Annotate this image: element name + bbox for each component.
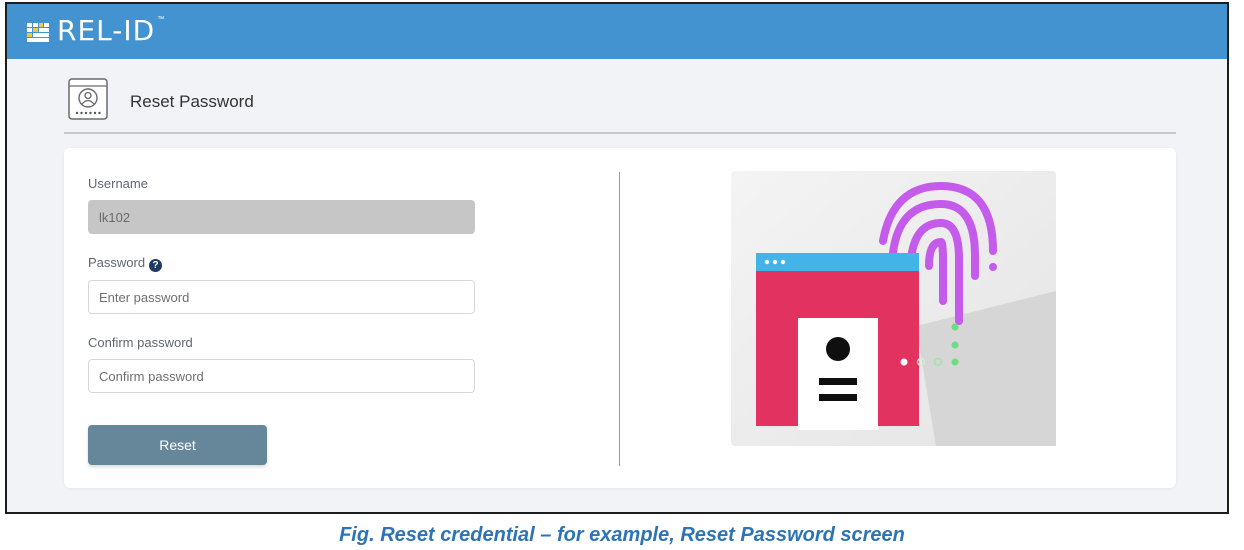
password-field[interactable] — [88, 280, 475, 314]
top-navbar: REL-ID ™ — [7, 4, 1227, 59]
logo-trademark: ™ — [157, 16, 165, 23]
password-label: Password? — [88, 255, 163, 272]
password-label-text: Password — [88, 255, 146, 270]
logo-mark-icon — [27, 23, 49, 42]
page-title: Reset Password — [130, 92, 254, 111]
logo-text: REL-ID — [57, 14, 156, 47]
fingerprint-browser-illustration — [731, 171, 1056, 446]
reset-password-card: Username Password? Confirm password Rese… — [64, 148, 1176, 488]
question-circle-icon[interactable]: ? — [149, 259, 163, 272]
confirm-password-field[interactable] — [88, 359, 475, 393]
figure-caption: Fig. Reset credential – for example, Res… — [339, 524, 905, 546]
vertical-divider — [619, 172, 620, 466]
reset-button[interactable]: Reset — [88, 425, 267, 465]
confirm-password-label: Confirm password — [88, 335, 193, 350]
username-field — [88, 200, 475, 234]
username-label: Username — [88, 176, 148, 191]
app-logo[interactable]: REL-ID ™ — [27, 14, 164, 48]
user-credential-icon — [68, 78, 108, 120]
page-header: Reset Password — [64, 76, 1176, 134]
app-window: REL-ID ™ Reset Password Username Passwor… — [5, 2, 1229, 514]
